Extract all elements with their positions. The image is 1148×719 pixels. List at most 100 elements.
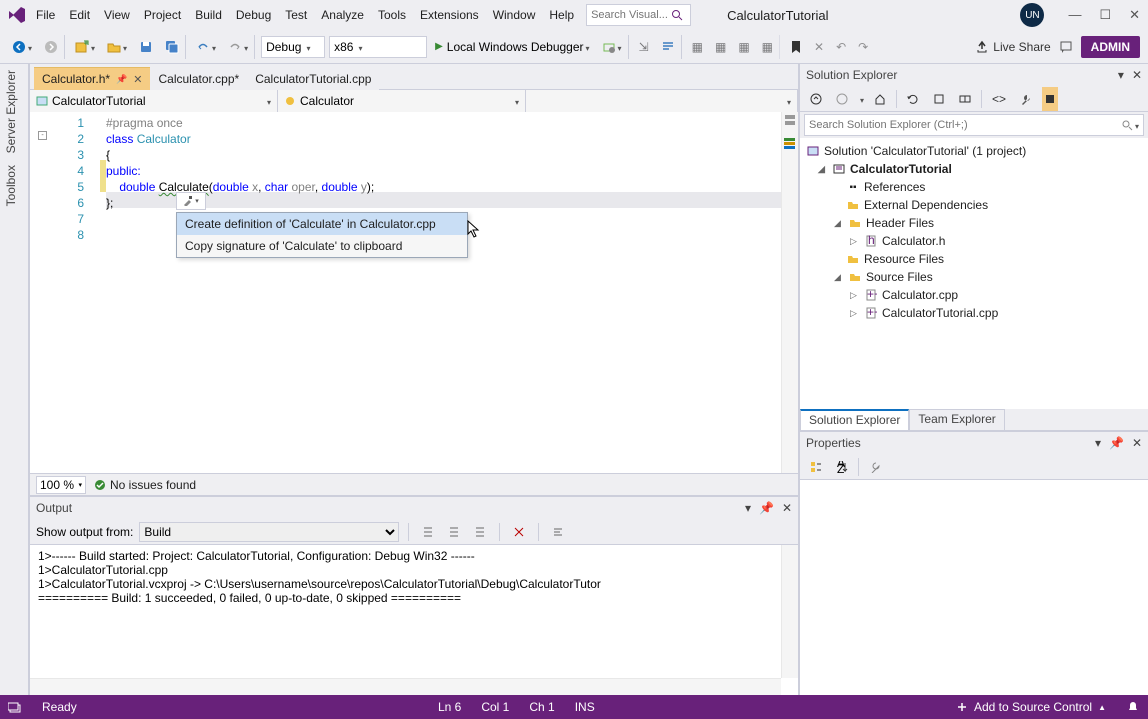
start-debug-button[interactable]: Local Windows Debugger xyxy=(431,35,593,59)
nav-project-combo[interactable]: CalculatorTutorial xyxy=(30,90,278,112)
close-icon[interactable]: ✕ xyxy=(1132,436,1142,450)
pin-icon[interactable]: 📌 xyxy=(759,501,774,515)
props-alphabetical-button[interactable]: AZ xyxy=(832,455,852,479)
toolbar-btn-4[interactable]: ▦ xyxy=(758,35,780,59)
sln-back-button[interactable] xyxy=(832,87,852,111)
undo-button[interactable] xyxy=(192,35,220,59)
window-maximize-button[interactable]: ☐ xyxy=(1099,7,1111,23)
issues-indicator[interactable]: No issues found xyxy=(94,478,196,492)
panel-dropdown-icon[interactable]: ▾ xyxy=(1095,436,1101,450)
expand-icon[interactable]: ▷ xyxy=(850,236,860,247)
references-node[interactable]: References xyxy=(864,180,925,194)
feedback-button[interactable] xyxy=(1055,35,1077,59)
menu-edit[interactable]: Edit xyxy=(69,8,90,22)
open-file-button[interactable] xyxy=(103,35,131,59)
status-ins[interactable]: INS xyxy=(575,700,595,714)
close-icon[interactable]: ✕ xyxy=(1132,68,1142,82)
menu-debug[interactable]: Debug xyxy=(236,8,271,22)
expand-icon[interactable]: ▷ xyxy=(850,308,860,319)
toolbar-btn-2[interactable]: ▦ xyxy=(711,35,730,59)
debug-props-button[interactable] xyxy=(598,35,629,59)
solution-explorer-search-input[interactable] xyxy=(809,119,1122,131)
editor-vertical-scrollbar[interactable] xyxy=(781,112,798,473)
panel-dropdown-icon[interactable]: ▾ xyxy=(745,501,751,515)
menu-view[interactable]: View xyxy=(104,8,130,22)
tutorial-cpp-node[interactable]: CalculatorTutorial.cpp xyxy=(882,306,998,320)
props-wrench-button[interactable] xyxy=(865,455,885,479)
properties-grid[interactable] xyxy=(800,480,1148,695)
menu-help[interactable]: Help xyxy=(549,8,574,22)
menu-project[interactable]: Project xyxy=(144,8,181,22)
toolbar-btn-5[interactable]: ✕ xyxy=(810,35,828,59)
solution-platform-combo[interactable]: x86 xyxy=(329,36,427,58)
sln-collapse-button[interactable] xyxy=(929,87,949,111)
tab-team-explorer[interactable]: Team Explorer xyxy=(909,409,1004,430)
outline-collapse-icon[interactable]: - xyxy=(38,131,47,140)
expand-icon[interactable]: ◢ xyxy=(818,164,828,175)
solution-config-combo[interactable]: Debug xyxy=(261,36,325,58)
pin-icon[interactable]: 📌 xyxy=(116,74,127,85)
status-col[interactable]: Col 1 xyxy=(481,700,509,714)
expand-icon[interactable]: ▷ xyxy=(850,290,860,301)
editor-tab-tutorial-cpp[interactable]: CalculatorTutorial.cpp xyxy=(247,67,379,90)
editor-tab-calculator-h[interactable]: Calculator.h* 📌 ✕ xyxy=(34,67,150,90)
chevron-down-icon[interactable] xyxy=(1133,118,1139,132)
window-close-button[interactable]: ✕ xyxy=(1129,7,1140,23)
sln-home-button[interactable] xyxy=(806,87,826,111)
menu-extensions[interactable]: Extensions xyxy=(420,8,479,22)
sln-code-button[interactable]: <> xyxy=(988,87,1010,111)
sln-refresh-button[interactable] xyxy=(903,87,923,111)
output-btn-2[interactable] xyxy=(444,520,464,544)
calculator-h-node[interactable]: Calculator.h xyxy=(882,234,945,248)
editor-tab-calculator-cpp[interactable]: Calculator.cpp* xyxy=(150,67,247,90)
solution-explorer-tree[interactable]: Solution 'CalculatorTutorial' (1 project… xyxy=(800,138,1148,409)
chevron-down-icon[interactable] xyxy=(858,92,864,106)
toolbox-tab[interactable]: Toolbox xyxy=(0,159,28,212)
menu-build[interactable]: Build xyxy=(195,8,222,22)
user-avatar[interactable]: UN xyxy=(1020,3,1044,27)
output-btn-3[interactable] xyxy=(470,520,490,544)
output-horizontal-scrollbar[interactable] xyxy=(30,678,781,695)
code-editor[interactable]: 1 2 3 4 5 6 7 8 -#pragma once class Calc… xyxy=(30,112,798,473)
toolbar-btn-1[interactable]: ▦ xyxy=(688,35,707,59)
output-text[interactable]: 1>------ Build started: Project: Calcula… xyxy=(30,545,798,695)
zoom-combo[interactable]: 100 %▾ xyxy=(36,476,86,494)
server-explorer-tab[interactable]: Server Explorer xyxy=(0,64,28,159)
calculator-cpp-node[interactable]: Calculator.cpp xyxy=(882,288,958,302)
step-into-button[interactable]: ⇲ xyxy=(635,35,653,59)
header-files-node[interactable]: Header Files xyxy=(866,216,934,230)
quick-launch-input[interactable] xyxy=(591,9,671,21)
resource-files-node[interactable]: Resource Files xyxy=(864,252,944,266)
menu-file[interactable]: File xyxy=(36,8,55,22)
source-files-node[interactable]: Source Files xyxy=(866,270,933,284)
toolbar-btn-7[interactable]: ↷ xyxy=(854,35,872,59)
project-node[interactable]: CalculatorTutorial xyxy=(850,162,952,176)
toolbar-btn-3[interactable]: ▦ xyxy=(734,35,753,59)
toolbar-btn-6[interactable]: ↶ xyxy=(832,35,850,59)
status-ch[interactable]: Ch 1 xyxy=(529,700,554,714)
solution-explorer-search[interactable] xyxy=(804,114,1144,136)
menu-tools[interactable]: Tools xyxy=(378,8,406,22)
window-minimize-button[interactable]: — xyxy=(1068,7,1081,23)
tab-solution-explorer[interactable]: Solution Explorer xyxy=(800,409,909,430)
nav-member-combo[interactable] xyxy=(526,90,798,112)
code-text-area[interactable]: -#pragma once class Calculator { public:… xyxy=(106,112,798,473)
output-clear-button[interactable] xyxy=(509,520,529,544)
props-categorized-button[interactable] xyxy=(806,455,826,479)
quick-actions-lightbulb[interactable]: ▾ xyxy=(176,192,206,210)
output-source-combo[interactable]: Build xyxy=(139,522,399,542)
add-source-control-button[interactable]: Add to Source Control ▲ xyxy=(956,700,1106,714)
panel-dropdown-icon[interactable]: ▾ xyxy=(1118,68,1124,82)
comment-button[interactable] xyxy=(657,35,682,59)
pin-icon[interactable]: 📌 xyxy=(1109,436,1124,450)
bookmark-button[interactable] xyxy=(786,35,806,59)
menu-analyze[interactable]: Analyze xyxy=(321,8,364,22)
notifications-icon[interactable] xyxy=(1126,700,1140,714)
sln-preview-button[interactable] xyxy=(1042,87,1058,111)
status-line[interactable]: Ln 6 xyxy=(438,700,461,714)
menu-create-definition[interactable]: Create definition of 'Calculate' in Calc… xyxy=(177,213,467,235)
sln-properties-button[interactable] xyxy=(1016,87,1036,111)
menu-test[interactable]: Test xyxy=(285,8,307,22)
save-all-button[interactable] xyxy=(161,35,186,59)
solution-root-node[interactable]: Solution 'CalculatorTutorial' (1 project… xyxy=(824,144,1026,158)
